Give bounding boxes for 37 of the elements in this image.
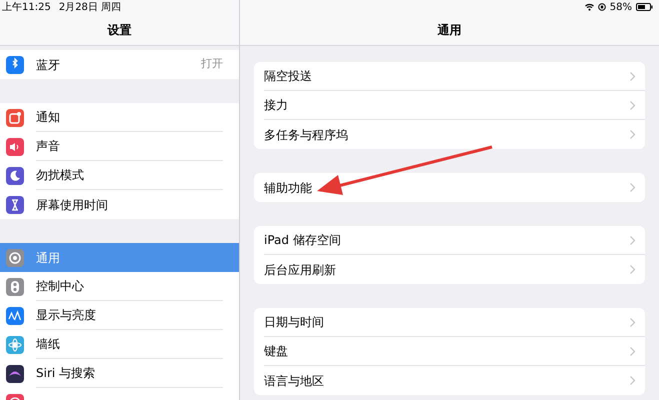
item-label: 蓝牙 xyxy=(36,56,61,74)
chevron-icon xyxy=(630,72,635,80)
settings-row[interactable]: iPad 储存空间 xyxy=(264,226,645,255)
wifi-icon xyxy=(584,3,594,11)
settings-row[interactable]: 多任务与程序坞 xyxy=(264,120,645,149)
chevron-icon xyxy=(630,265,635,274)
settings-row[interactable]: 辅助功能 xyxy=(264,173,645,202)
battery-percent: 58% xyxy=(610,0,632,14)
settings-row[interactable]: 隔空投送 xyxy=(264,62,645,91)
item-label: 通用 xyxy=(36,250,61,266)
battery-icon xyxy=(636,3,653,11)
item-label: 勿扰模式 xyxy=(36,167,85,184)
page-title: 通用 xyxy=(438,22,462,38)
sidebar-title: 设置 xyxy=(108,22,132,38)
chevron-icon xyxy=(630,318,635,326)
chevron-icon xyxy=(630,183,635,192)
item-label: 墙纸 xyxy=(36,336,61,353)
item-label: 屏幕使用时间 xyxy=(36,196,109,214)
chevron-icon xyxy=(630,130,635,139)
chevron-icon xyxy=(630,376,635,385)
item-label: 通知 xyxy=(36,109,61,126)
chevron-icon xyxy=(630,100,635,110)
item-label: Siri 与搜索 xyxy=(36,365,96,382)
status-date: 2月28日 周四 xyxy=(58,0,122,14)
settings-row[interactable]: 日期与时间 xyxy=(264,308,645,337)
settings-row[interactable]: 后台应用刷新 xyxy=(264,255,645,284)
chevron-icon xyxy=(630,236,635,244)
orientation-lock-icon xyxy=(598,3,606,11)
settings-row[interactable]: 接力 xyxy=(264,91,645,120)
item-value: 打开 xyxy=(201,56,223,72)
chevron-icon xyxy=(630,346,635,356)
settings-row[interactable]: 键盘 xyxy=(264,337,645,366)
item-label: 显示与亮度 xyxy=(36,307,97,324)
item-label: 控制中心 xyxy=(36,278,85,295)
item-label: 声音 xyxy=(36,138,61,155)
status-time: 上午11:25 xyxy=(2,0,51,14)
settings-row[interactable]: 语言与地区 xyxy=(264,366,645,395)
